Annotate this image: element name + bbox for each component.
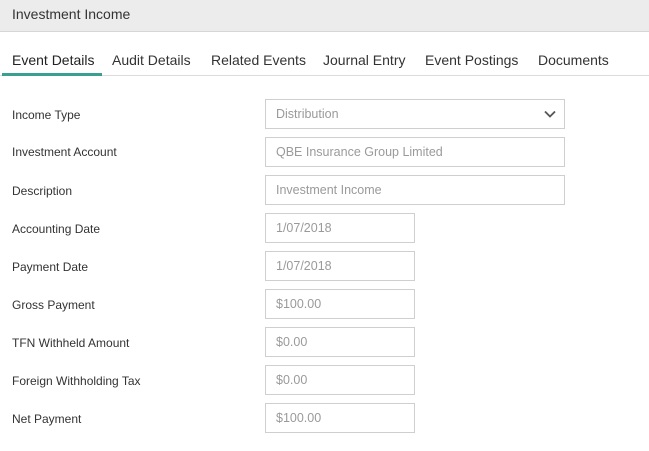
tab-bar: Event Details Audit Details Related Even… [0,44,649,76]
tab-journal-entry[interactable]: Journal Entry [323,52,405,68]
tab-event-postings[interactable]: Event Postings [425,52,518,68]
payment-date-label: Payment Date [12,260,89,274]
foreign-tax-label: Foreign Withholding Tax [12,374,141,388]
net-payment-value: $100.00 [276,411,322,425]
description-label: Description [12,184,73,198]
net-payment-label: Net Payment [12,412,82,426]
income-type-select[interactable]: Distribution [265,99,565,129]
tfn-withheld-field[interactable]: $0.00 [265,327,415,357]
gross-payment-field[interactable]: $100.00 [265,289,415,319]
description-field[interactable]: Investment Income [265,175,565,205]
gross-payment-value: $100.00 [276,297,322,311]
foreign-tax-value: $0.00 [276,373,308,387]
foreign-tax-field[interactable]: $0.00 [265,365,415,395]
tab-audit-details[interactable]: Audit Details [112,52,191,68]
income-type-label: Income Type [12,108,81,122]
income-type-value: Distribution [276,107,339,121]
investment-account-value: QBE Insurance Group Limited [276,145,443,159]
accounting-date-label: Accounting Date [12,222,101,236]
investment-account-field[interactable]: QBE Insurance Group Limited [265,137,565,167]
investment-account-label: Investment Account [12,145,117,159]
tfn-withheld-value: $0.00 [276,335,308,349]
description-value: Investment Income [276,183,382,197]
gross-payment-label: Gross Payment [12,298,95,312]
tab-related-events[interactable]: Related Events [211,52,306,68]
window-title: Investment Income [12,6,131,22]
payment-date-field[interactable]: 1/07/2018 [265,251,415,281]
window-titlebar: Investment Income [0,0,649,32]
tab-documents[interactable]: Documents [538,52,609,68]
tfn-withheld-label: TFN Withheld Amount [12,336,130,350]
payment-date-value: 1/07/2018 [276,259,332,273]
tab-event-details[interactable]: Event Details [12,52,94,68]
accounting-date-field[interactable]: 1/07/2018 [265,213,415,243]
accounting-date-value: 1/07/2018 [276,221,332,235]
active-tab-indicator [2,73,102,76]
chevron-down-icon[interactable] [542,106,558,122]
net-payment-field[interactable]: $100.00 [265,403,415,433]
